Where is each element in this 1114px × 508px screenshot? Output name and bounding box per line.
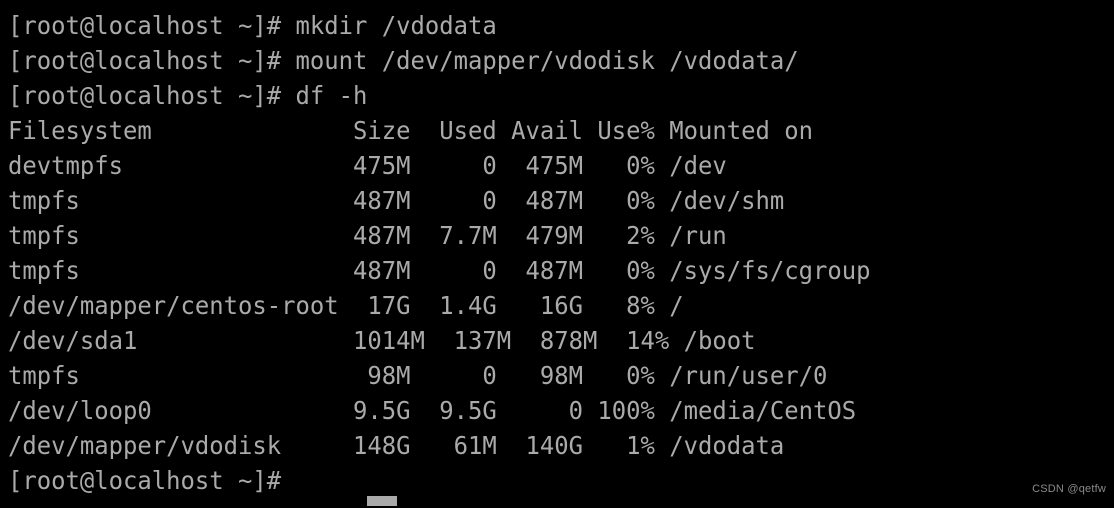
df-table-row-sda1: /dev/sda1 1014M 137M 878M 14% /boot — [8, 326, 756, 355]
df-table-header-row: Filesystem Size Used Avail Use% Mounted … — [8, 116, 813, 145]
terminal-line-command-mkdir: [root@localhost ~]# mkdir /vdodata — [8, 11, 497, 40]
watermark-label: CSDN @qetfw — [1032, 483, 1106, 495]
df-table-row-devtmpfs: devtmpfs 475M 0 475M 0% /dev — [8, 151, 727, 180]
df-table-row-tmpfs-devshm: tmpfs 487M 0 487M 0% /dev/shm — [8, 186, 785, 215]
terminal-line-command-df: [root@localhost ~]# df -h — [8, 81, 368, 110]
df-table-row-loop0: /dev/loop0 9.5G 9.5G 0 100% /media/CentO… — [8, 396, 857, 425]
terminal-cursor — [367, 496, 397, 506]
terminal-screen: [root@localhost ~]# mkdir /vdodata [root… — [8, 8, 1114, 498]
df-table-row-tmpfs-run: tmpfs 487M 7.7M 479M 2% /run — [8, 221, 727, 250]
terminal-line-prompt-active: [root@localhost ~]# — [8, 466, 282, 495]
terminal-window[interactable]: [root@localhost ~]# mkdir /vdodata [root… — [0, 0, 1114, 508]
df-table-row-vdodisk: /dev/mapper/vdodisk 148G 61M 140G 1% /vd… — [8, 431, 785, 460]
df-table-row-centos-root: /dev/mapper/centos-root 17G 1.4G 16G 8% … — [8, 291, 684, 320]
terminal-line-command-mount: [root@localhost ~]# mount /dev/mapper/vd… — [8, 46, 799, 75]
df-table-row-tmpfs-cgroup: tmpfs 487M 0 487M 0% /sys/fs/cgroup — [8, 256, 871, 285]
df-table-row-tmpfs-runuser: tmpfs 98M 0 98M 0% /run/user/0 — [8, 361, 828, 390]
